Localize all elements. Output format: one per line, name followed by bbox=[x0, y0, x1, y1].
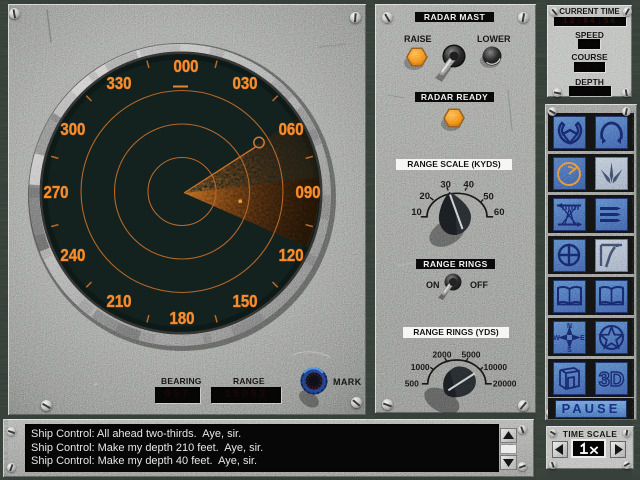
svg-text:20000: 20000 bbox=[493, 379, 517, 389]
svg-text:180: 180 bbox=[170, 308, 195, 328]
svg-text:240: 240 bbox=[60, 245, 85, 265]
svg-text:270: 270 bbox=[44, 182, 69, 202]
svg-text:300: 300 bbox=[60, 119, 85, 139]
svg-text:N: N bbox=[567, 323, 572, 330]
svg-text:50: 50 bbox=[483, 192, 494, 203]
svg-text:30: 30 bbox=[440, 180, 451, 191]
svg-text:60: 60 bbox=[494, 207, 505, 218]
svg-text:5000: 5000 bbox=[462, 349, 481, 359]
svg-text:330: 330 bbox=[107, 73, 132, 93]
svg-text:40: 40 bbox=[463, 180, 474, 191]
svg-text:1000: 1000 bbox=[411, 362, 430, 372]
svg-text:210: 210 bbox=[107, 291, 132, 311]
svg-text:3D: 3D bbox=[599, 369, 625, 391]
svg-text:120: 120 bbox=[279, 245, 304, 265]
svg-text:10000: 10000 bbox=[483, 362, 507, 372]
svg-text:030: 030 bbox=[233, 73, 258, 93]
svg-text:W: W bbox=[554, 335, 560, 342]
svg-text:20: 20 bbox=[419, 191, 430, 202]
svg-text:000: 000 bbox=[174, 56, 199, 76]
svg-text:10: 10 bbox=[411, 207, 422, 218]
svg-text:2000: 2000 bbox=[433, 349, 452, 359]
svg-text:S: S bbox=[567, 347, 572, 353]
svg-text:E: E bbox=[580, 335, 585, 342]
svg-text:500: 500 bbox=[405, 379, 419, 389]
svg-text:060: 060 bbox=[279, 119, 304, 139]
svg-text:090: 090 bbox=[296, 182, 321, 202]
svg-text:150: 150 bbox=[233, 291, 258, 311]
